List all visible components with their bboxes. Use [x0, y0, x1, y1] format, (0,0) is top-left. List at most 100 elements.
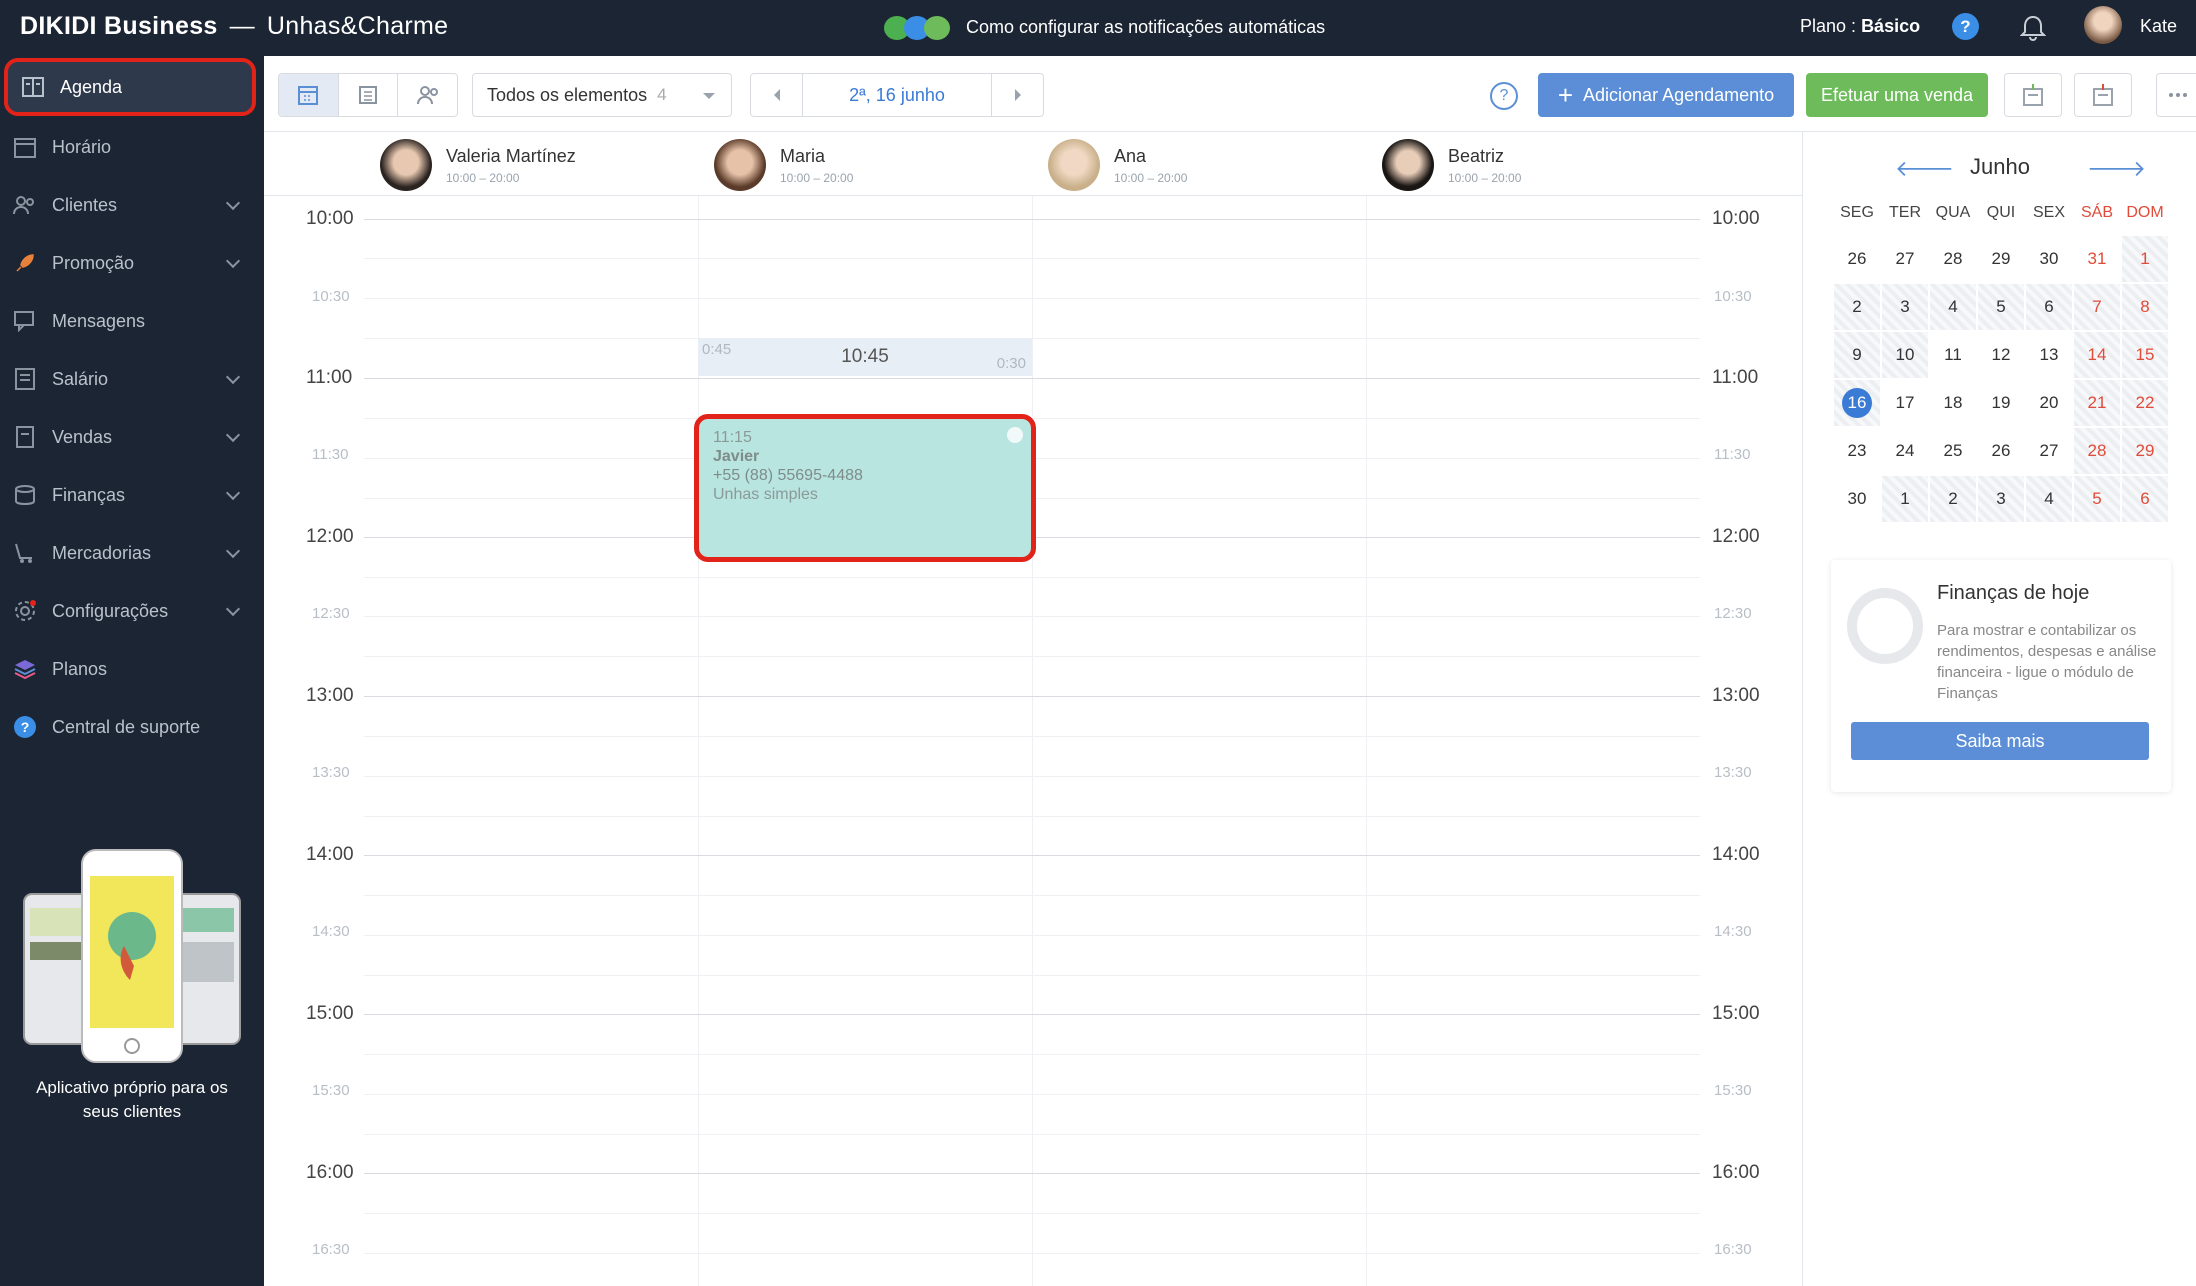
make-sale-button[interactable]: Efetuar uma venda: [1806, 73, 1988, 117]
add-appointment-label: Adicionar Agendamento: [1583, 84, 1775, 105]
calendar-day[interactable]: 8: [2122, 284, 2168, 330]
calendar-day[interactable]: 27: [2026, 428, 2072, 474]
sidebar-item-financas[interactable]: Finanças: [0, 466, 264, 524]
chevron-down-icon: [703, 93, 715, 99]
sidebar-item-vendas[interactable]: Vendas: [0, 408, 264, 466]
calendar-day[interactable]: 29: [1978, 236, 2024, 282]
free-slot-hover[interactable]: 0:45 10:45 0:30: [698, 338, 1032, 376]
sidebar-item-agenda[interactable]: Agenda: [4, 58, 256, 116]
calendar-day[interactable]: 26: [1834, 236, 1880, 282]
list-view-icon[interactable]: [339, 74, 399, 116]
cash-out-icon[interactable]: [2074, 73, 2132, 117]
learn-more-button[interactable]: Saiba mais: [1851, 722, 2149, 760]
brand[interactable]: DIKIDI Business — Unhas&Charme: [20, 12, 448, 41]
cash-in-icon[interactable]: [2004, 73, 2062, 117]
calendar-day[interactable]: 4: [1930, 284, 1976, 330]
calendar-day[interactable]: 2: [1834, 284, 1880, 330]
calendar-day[interactable]: 23: [1834, 428, 1880, 474]
question-icon[interactable]: ?: [1490, 82, 1518, 110]
calendar-day[interactable]: 5: [2074, 476, 2120, 522]
add-appointment-button[interactable]: + Adicionar Agendamento: [1538, 73, 1794, 117]
time-label-left: 11:00: [306, 367, 353, 388]
slot-gap-after: 0:30: [996, 355, 1026, 372]
calendar-day[interactable]: 24: [1882, 428, 1928, 474]
calendar-day[interactable]: 1: [1882, 476, 1928, 522]
sidebar-item-configuracoes[interactable]: Configurações: [0, 582, 264, 640]
calendar-day[interactable]: 10: [1882, 332, 1928, 378]
sidebar-item-salario[interactable]: Salário: [0, 350, 264, 408]
bell-icon[interactable]: [2019, 14, 2047, 42]
calendar-day[interactable]: 14: [2074, 332, 2120, 378]
calendar-day[interactable]: 11: [1930, 332, 1976, 378]
calendar-day[interactable]: 1: [2122, 236, 2168, 282]
calendar-day[interactable]: 4: [2026, 476, 2072, 522]
calendar-day[interactable]: 28: [1930, 236, 1976, 282]
elements-filter-select[interactable]: Todos os elementos 4: [472, 73, 732, 117]
quarter-line: [364, 656, 1700, 657]
half-hour-line: [364, 1253, 1700, 1254]
app-promo-image[interactable]: [0, 846, 264, 1071]
sidebar-item-mercadorias[interactable]: Mercadorias: [0, 524, 264, 582]
time-label-left: 13:00: [306, 685, 354, 706]
calendar-day-today[interactable]: 16: [1834, 380, 1880, 426]
staff-column-header[interactable]: Valeria Martínez 10:00 – 20:00: [380, 138, 576, 192]
calendar-day[interactable]: 3: [1978, 476, 2024, 522]
calendar-day[interactable]: 7: [2074, 284, 2120, 330]
staff-hours: 10:00 – 20:00: [1114, 170, 1188, 185]
calendar-day[interactable]: 29: [2122, 428, 2168, 474]
sidebar-item-promocao[interactable]: Promoção: [0, 234, 264, 292]
calendar-day[interactable]: 21: [2074, 380, 2120, 426]
calendar-day[interactable]: 19: [1978, 380, 2024, 426]
calendar-day[interactable]: 5: [1978, 284, 2024, 330]
calendar-day[interactable]: 30: [1834, 476, 1880, 522]
arrow-right-icon[interactable]: 🡒: [2087, 156, 2146, 182]
hour-line: [364, 378, 1700, 379]
calendar-view-icon[interactable]: [279, 74, 339, 116]
calendar-day[interactable]: 2: [1930, 476, 1976, 522]
current-date[interactable]: 2ª, 16 junho: [803, 74, 991, 116]
calendar-day[interactable]: 15: [2122, 332, 2168, 378]
calendar-day[interactable]: 6: [2122, 476, 2168, 522]
calendar-day[interactable]: 12: [1978, 332, 2024, 378]
calendar-day[interactable]: 20: [2026, 380, 2072, 426]
calendar-day[interactable]: 3: [1882, 284, 1928, 330]
calendar-day[interactable]: 28: [2074, 428, 2120, 474]
calendar-day[interactable]: 26: [1978, 428, 2024, 474]
sidebar-item-suporte[interactable]: ? Central de suporte: [0, 698, 264, 756]
app-promo-label[interactable]: Aplicativo próprio para os seus clientes: [20, 1076, 244, 1124]
calendar-day[interactable]: 6: [2026, 284, 2072, 330]
staff-column-header[interactable]: Maria 10:00 – 20:00: [714, 138, 853, 192]
plan-info[interactable]: Plano : Básico: [1800, 16, 1920, 37]
calendar-day[interactable]: 31: [2074, 236, 2120, 282]
staff-column-header[interactable]: Ana 10:00 – 20:00: [1048, 138, 1187, 192]
prev-day-button[interactable]: [751, 74, 803, 116]
staff-view-icon[interactable]: [398, 74, 457, 116]
calendar-day[interactable]: 9: [1834, 332, 1880, 378]
sidebar-item-clientes[interactable]: Clientes: [0, 176, 264, 234]
help-icon[interactable]: ?: [1952, 13, 1979, 40]
calendar-day[interactable]: 13: [2026, 332, 2072, 378]
more-options-icon[interactable]: [2156, 73, 2196, 117]
calendar-day[interactable]: 30: [2026, 236, 2072, 282]
calendar-day[interactable]: 18: [1930, 380, 1976, 426]
sidebar-item-planos[interactable]: Planos: [0, 640, 264, 698]
sidebar-item-horario[interactable]: Horário: [0, 118, 264, 176]
weekday-label: SEG: [1840, 204, 1874, 221]
staff-column-header[interactable]: Beatriz 10:00 – 20:00: [1382, 138, 1521, 192]
appointment-card[interactable]: 11:15 Javier +55 (88) 55695-4488 Unhas s…: [694, 414, 1036, 562]
quarter-line: [364, 1213, 1700, 1214]
calendar-day[interactable]: 25: [1930, 428, 1976, 474]
calendar-day[interactable]: 27: [1882, 236, 1928, 282]
calendar-day[interactable]: 17: [1882, 380, 1928, 426]
notifications-notice[interactable]: Como configurar as notificações automáti…: [884, 12, 1325, 42]
time-label-left: 15:30: [312, 1082, 350, 1099]
calendar-day[interactable]: 22: [2122, 380, 2168, 426]
time-label-right: 10:00: [1712, 208, 1760, 229]
user-name[interactable]: Kate: [2140, 16, 2177, 37]
quarter-line: [364, 975, 1700, 976]
user-avatar[interactable]: [2084, 6, 2122, 44]
sidebar-item-mensagens[interactable]: Mensagens: [0, 292, 264, 350]
next-day-button[interactable]: [991, 74, 1043, 116]
column-divider: [1032, 196, 1033, 1286]
right-panel: 🡐 Junho 🡒 SEG TER QUA QUI SEX SÁB DOM 26…: [1802, 132, 2196, 1286]
